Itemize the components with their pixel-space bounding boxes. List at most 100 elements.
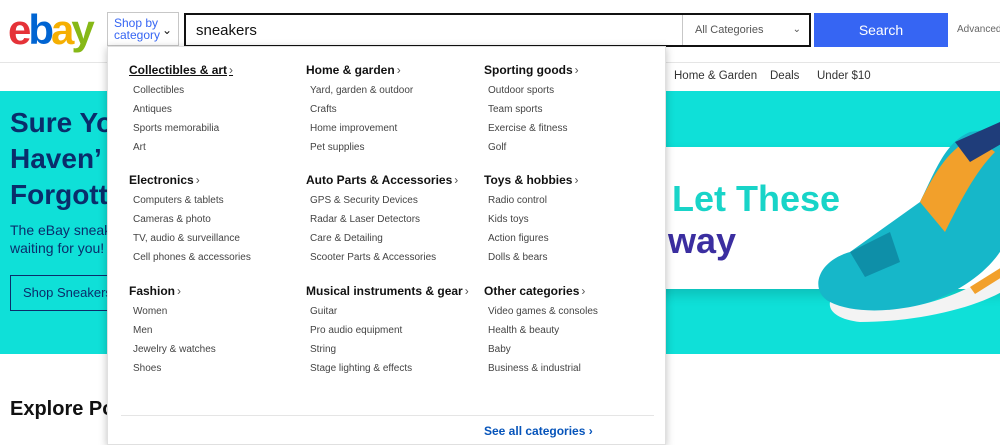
- explore-heading: Explore Po: [10, 398, 115, 420]
- chevron-right-icon: ›: [177, 284, 182, 298]
- chevron-right-icon: ›: [574, 63, 579, 77]
- subcategory-link[interactable]: Exercise & fitness: [488, 123, 579, 134]
- subcategory-link[interactable]: Women: [133, 306, 216, 317]
- subcategory-link[interactable]: Action figures: [488, 233, 578, 244]
- category-home-garden[interactable]: Home & garden ›: [306, 63, 413, 77]
- nav-item-under-10[interactable]: Under $10: [817, 70, 871, 82]
- subcategory-link[interactable]: Health & beauty: [488, 325, 598, 336]
- category-title: Electronics: [129, 173, 194, 187]
- logo-letter-e: e: [8, 6, 31, 53]
- category-auto-parts[interactable]: Auto Parts & Accessories ›: [306, 173, 458, 187]
- category-group: Collectibles & art › Collectibles Antique…: [129, 63, 233, 153]
- subcategory-link[interactable]: Yard, garden & outdoor: [310, 85, 413, 96]
- subcategory-link[interactable]: Golf: [488, 142, 579, 153]
- see-all-label: See all categories: [484, 424, 586, 438]
- category-title: Toys & hobbies: [484, 173, 573, 187]
- subcategory-link[interactable]: Jewelry & watches: [133, 344, 216, 355]
- subcategory-link[interactable]: Collectibles: [133, 85, 233, 96]
- subcategory-link[interactable]: Sports memorabilia: [133, 123, 233, 134]
- subcategory-link[interactable]: Dolls & bears: [488, 252, 578, 263]
- category-title: Musical instruments & gear: [306, 284, 463, 298]
- subcategory-link[interactable]: Cell phones & accessories: [133, 252, 251, 263]
- category-title: Home & garden: [306, 63, 395, 77]
- category-sporting-goods[interactable]: Sporting goods ›: [484, 63, 579, 77]
- hero-subtitle: The eBay sneak waiting for you!: [10, 221, 111, 257]
- hero-title-line: Forgott: [10, 179, 108, 210]
- chevron-right-icon: ›: [464, 284, 469, 298]
- category-group: Toys & hobbies › Radio control Kids toys …: [484, 173, 578, 263]
- search-box: All Categories ⌄: [184, 13, 811, 47]
- ebay-page: ebay Shop by category ⌄ All Categories ⌄…: [0, 0, 1000, 445]
- subcategory-link[interactable]: Men: [133, 325, 216, 336]
- category-group: Musical instruments & gear › Guitar Pro a…: [306, 284, 469, 374]
- category-group: Home & garden › Yard, garden & outdoor Cr…: [306, 63, 413, 153]
- see-all-categories-link[interactable]: See all categories ›: [484, 424, 593, 438]
- shop-by-category-button[interactable]: Shop by category ⌄: [107, 12, 179, 46]
- subcategory-link[interactable]: GPS & Security Devices: [310, 195, 458, 206]
- subcategory-link[interactable]: Crafts: [310, 104, 413, 115]
- category-fashion[interactable]: Fashion ›: [129, 284, 216, 298]
- category-select[interactable]: All Categories ⌄: [682, 15, 811, 45]
- shop-by-category-label: Shop by category: [114, 16, 161, 42]
- chevron-right-icon: ›: [454, 173, 459, 187]
- subcategory-link[interactable]: Guitar: [310, 306, 469, 317]
- subcategory-link[interactable]: Cameras & photo: [133, 214, 251, 225]
- subcategory-link[interactable]: Antiques: [133, 104, 233, 115]
- subcategory-link[interactable]: Shoes: [133, 363, 216, 374]
- chevron-down-icon: ⌄: [792, 24, 801, 35]
- subcategory-link[interactable]: Kids toys: [488, 214, 578, 225]
- hero-subtitle-line: waiting for you!: [10, 240, 105, 256]
- hero-title-line: Haven’: [10, 143, 102, 174]
- chevron-right-icon: ›: [195, 173, 200, 187]
- subcategory-link[interactable]: Pet supplies: [310, 142, 413, 153]
- subcategory-link[interactable]: Scooter Parts & Accessories: [310, 252, 458, 263]
- search-button[interactable]: Search: [814, 13, 948, 47]
- subcategory-link[interactable]: String: [310, 344, 469, 355]
- subcategory-link[interactable]: Computers & tablets: [133, 195, 251, 206]
- category-title: Auto Parts & Accessories: [306, 173, 453, 187]
- subcategory-link[interactable]: TV, audio & surveillance: [133, 233, 251, 244]
- category-group: Electronics › Computers & tablets Cameras…: [129, 173, 251, 263]
- chevron-right-icon: ›: [574, 173, 579, 187]
- category-dropdown: Collectibles & art › Collectibles Antique…: [107, 46, 666, 445]
- advanced-search-link[interactable]: Advanced: [957, 24, 1000, 35]
- subcategory-link[interactable]: Art: [133, 142, 233, 153]
- promo-headline-2: way: [668, 220, 737, 261]
- ebay-logo[interactable]: ebay: [8, 6, 95, 53]
- subcategory-link[interactable]: Outdoor sports: [488, 85, 579, 96]
- subcategory-link[interactable]: Pro audio equipment: [310, 325, 469, 336]
- chevron-right-icon: ›: [588, 424, 593, 438]
- category-group: Sporting goods › Outdoor sports Team spor…: [484, 63, 579, 153]
- subcategory-link[interactable]: Radar & Laser Detectors: [310, 214, 458, 225]
- search-input[interactable]: [186, 15, 681, 45]
- subcategory-link[interactable]: Video games & consoles: [488, 306, 598, 317]
- category-select-value: All Categories: [695, 24, 764, 36]
- category-title: Collectibles & art: [129, 63, 228, 77]
- subcategory-link[interactable]: Care & Detailing: [310, 233, 458, 244]
- subcategory-link[interactable]: Baby: [488, 344, 598, 355]
- logo-letter-b: b: [28, 6, 54, 53]
- subcategory-link[interactable]: Stage lighting & effects: [310, 363, 469, 374]
- chevron-right-icon: ›: [581, 284, 586, 298]
- category-collectibles-art[interactable]: Collectibles & art ›: [129, 63, 233, 77]
- category-title: Sporting goods: [484, 63, 573, 77]
- category-toys-hobbies[interactable]: Toys & hobbies ›: [484, 173, 578, 187]
- subcategory-link[interactable]: Business & industrial: [488, 363, 598, 374]
- chevron-right-icon: ›: [229, 63, 234, 77]
- dropdown-divider: [121, 415, 654, 416]
- subcategory-link[interactable]: Home improvement: [310, 123, 413, 134]
- nav-item-home-garden[interactable]: Home & Garden: [674, 70, 757, 82]
- category-title: Fashion: [129, 284, 176, 298]
- logo-letter-y: y: [71, 6, 94, 53]
- chevron-right-icon: ›: [396, 63, 401, 77]
- subcategory-link[interactable]: Radio control: [488, 195, 578, 206]
- subcategory-link[interactable]: Team sports: [488, 104, 579, 115]
- category-group: Fashion › Women Men Jewelry & watches Sho…: [129, 284, 216, 374]
- hero-subtitle-line: The eBay sneak: [10, 222, 112, 238]
- category-other[interactable]: Other categories ›: [484, 284, 598, 298]
- hero-title-line: Sure Yo: [10, 107, 114, 138]
- shop-sneakers-button[interactable]: Shop Sneakers: [10, 275, 108, 311]
- category-electronics[interactable]: Electronics ›: [129, 173, 251, 187]
- nav-item-deals[interactable]: Deals: [770, 70, 799, 82]
- category-musical-instruments[interactable]: Musical instruments & gear ›: [306, 284, 469, 298]
